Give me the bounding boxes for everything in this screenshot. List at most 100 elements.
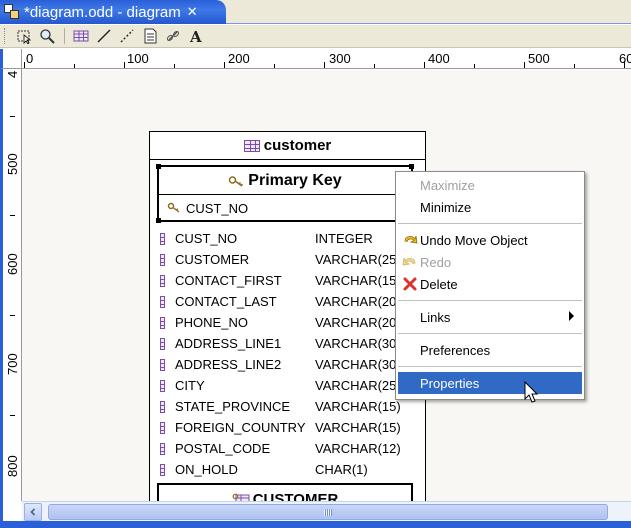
dashed-line-icon[interactable] [116, 26, 138, 46]
column-type: VARCHAR(30 [315, 336, 397, 351]
menu-separator [398, 223, 582, 224]
scroll-corner [0, 501, 22, 521]
column-name: PHONE_NO [175, 315, 248, 330]
menu-item-preferences[interactable]: Preferences [398, 339, 582, 361]
column-name: FOREIGN_COUNTRY [175, 420, 306, 435]
column-type: VARCHAR(15 [315, 273, 397, 288]
primary-key-column[interactable]: CUST_NO [159, 195, 411, 221]
editor-tab-title: *diagram.odd - diagram [24, 3, 181, 21]
scroll-grip [324, 508, 332, 516]
menu-item-label: Preferences [420, 342, 491, 358]
submenu-arrow-icon [569, 311, 574, 321]
column-type: VARCHAR(30 [315, 357, 397, 372]
menu-item-label: Links [420, 309, 451, 325]
menu-item-links[interactable]: Links [398, 306, 582, 328]
menu-item-maximize[interactable]: Maximize [398, 174, 582, 196]
key-icon [167, 202, 180, 213]
menu-item-delete[interactable]: Delete [398, 273, 582, 295]
column-icon [160, 358, 165, 371]
menu-item-label: Maximize [420, 177, 475, 193]
primary-key-column-label: CUST_NO [186, 200, 249, 216]
table-column-row[interactable]: POSTAL_CODE VARCHAR(12) [160, 438, 420, 459]
line-icon[interactable] [93, 26, 115, 46]
horizontal-scrollbar[interactable] [22, 501, 631, 521]
ruler-tick [574, 64, 575, 68]
ruler-tick [224, 62, 225, 68]
column-icon [160, 442, 165, 455]
key-icon [229, 175, 244, 187]
menu-separator [398, 333, 582, 334]
selection-handle[interactable] [156, 164, 161, 169]
close-icon[interactable]: ✕ [187, 4, 198, 20]
column-type: VARCHAR(20 [315, 315, 397, 330]
column-type: VARCHAR(25 [315, 378, 397, 393]
column-type: INTEGER [315, 231, 373, 246]
selection-handle[interactable] [409, 164, 414, 169]
column-name: CONTACT_LAST [175, 294, 277, 309]
selection-handle[interactable] [156, 218, 161, 223]
menu-item-label: Delete [420, 276, 458, 292]
column-type: CHAR(1) [315, 462, 368, 477]
column-name: ADDRESS_LINE2 [175, 357, 282, 372]
horizontal-ruler: 0 100 200 300 400 500 60 [22, 49, 631, 69]
select-icon[interactable] [13, 26, 35, 46]
table-column-row[interactable]: CONTACT_FIRST VARCHAR(15 [160, 270, 420, 291]
menu-item-properties[interactable]: Properties [398, 372, 582, 394]
window-frame-bottom [0, 521, 631, 528]
ruler-tick [524, 62, 525, 68]
toolbar-grip[interactable] [4, 28, 7, 44]
link-icon[interactable] [162, 26, 184, 46]
column-icon [160, 253, 165, 266]
table-column-row[interactable]: CUSTOMER VARCHAR(25 [160, 249, 420, 270]
ruler-label: 100 [127, 51, 149, 66]
ruler-tick [10, 215, 15, 216]
delete-icon [403, 277, 417, 291]
zoom-icon[interactable] [36, 26, 58, 46]
column-name: ON_HOLD [175, 462, 238, 477]
table-column-row[interactable]: CITY VARCHAR(25 [160, 375, 420, 396]
sub-table-customer[interactable]: CUSTOMER [157, 483, 413, 501]
menu-item-label: Redo [420, 254, 452, 270]
column-icon [160, 379, 165, 392]
scroll-thumb[interactable] [48, 504, 608, 520]
table-column-row[interactable]: ADDRESS_LINE1 VARCHAR(30 [160, 333, 420, 354]
undo-icon [404, 235, 418, 244]
svg-text:A: A [189, 28, 202, 44]
table-figure-customer[interactable]: customer Primary Key CUST_NO CUST_NO INTE… [149, 131, 426, 501]
table-column-row[interactable]: PHONE_NO VARCHAR(20 [160, 312, 420, 333]
table-title-label: customer [263, 137, 332, 154]
table-column-row[interactable]: ADDRESS_LINE2 VARCHAR(30 [160, 354, 420, 375]
menu-item-undo[interactable]: Undo Move Object [398, 229, 582, 251]
menu-item-minimize[interactable]: Minimize [398, 196, 582, 218]
scroll-left-button[interactable] [24, 503, 42, 521]
table-column-row[interactable]: FOREIGN_COUNTRY VARCHAR(15) [160, 417, 420, 438]
column-type: VARCHAR(15) [315, 399, 401, 414]
text-icon[interactable]: A [185, 26, 207, 46]
table-column-row[interactable]: CONTACT_LAST VARCHAR(20 [160, 291, 420, 312]
table-column-row[interactable]: STATE_PROVINCE VARCHAR(15) [160, 396, 420, 417]
column-type: VARCHAR(15) [315, 420, 401, 435]
note-icon[interactable] [139, 26, 161, 46]
column-icon [160, 316, 165, 329]
menu-item-label: Undo Move Object [420, 232, 528, 248]
table-icon[interactable] [70, 26, 92, 46]
column-icon [160, 421, 165, 434]
ruler-tick [424, 62, 425, 68]
table-column-row[interactable]: ON_HOLD CHAR(1) [160, 459, 420, 480]
column-name: CONTACT_FIRST [175, 273, 282, 288]
ruler-tick [624, 62, 625, 68]
ruler-tick [324, 62, 325, 68]
column-type: VARCHAR(25 [315, 252, 397, 267]
ruler-label: 200 [228, 51, 250, 66]
menu-item-redo[interactable]: Redo [398, 251, 582, 273]
column-icon [160, 232, 165, 245]
ruler-tick [274, 64, 275, 68]
table-column-row[interactable]: CUST_NO INTEGER [160, 228, 420, 249]
ruler-label: 600 [5, 253, 20, 275]
editor-tab-diagram[interactable]: *diagram.odd - diagram ✕ [0, 0, 226, 24]
primary-key-box[interactable]: Primary Key CUST_NO [156, 164, 414, 223]
column-type: VARCHAR(20 [315, 294, 397, 309]
ruler-corner [0, 49, 22, 69]
ruler-tick [474, 64, 475, 68]
ruler-label: 60 [619, 51, 631, 66]
